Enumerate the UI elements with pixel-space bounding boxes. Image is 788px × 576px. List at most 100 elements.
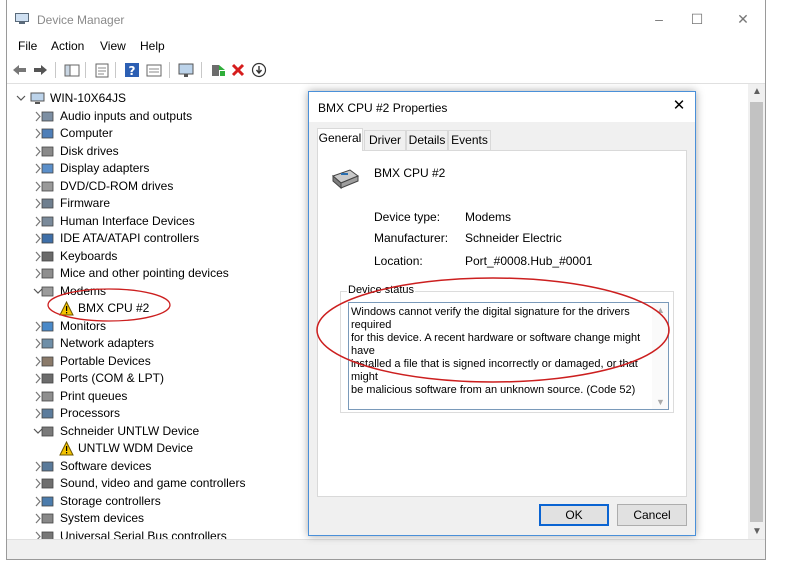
help-icon[interactable]: ?: [123, 61, 141, 79]
dialog-title-bar[interactable]: BMX CPU #2 Properties ✕: [309, 92, 695, 122]
menu-action[interactable]: Action: [51, 39, 84, 53]
general-tab-panel: BMX CPU #2 Device type: Modems Manufactu…: [317, 150, 687, 497]
tree-category-item[interactable]: Ports (COM & LPT): [7, 370, 337, 387]
tree-item-label: Schneider UNTLW Device: [60, 423, 200, 438]
scroll-down-icon[interactable]: ▼: [656, 397, 665, 407]
tab-driver[interactable]: Driver: [364, 130, 406, 150]
menu-help[interactable]: Help: [140, 39, 165, 53]
menu-view[interactable]: View: [100, 39, 126, 53]
minimize-button[interactable]: –: [651, 11, 667, 27]
dvd-drive-icon: [41, 181, 54, 191]
tree-item-label: System devices: [60, 511, 145, 525]
hid-icon: [41, 216, 54, 226]
toolbar-separator: [85, 62, 86, 78]
tree-category-item[interactable]: Processors: [7, 405, 337, 422]
monitor-icon[interactable]: [177, 61, 195, 79]
storage-controller-icon: [41, 496, 54, 506]
keyboard-icon: [41, 251, 54, 261]
display-adapter-icon: [41, 163, 54, 174]
menu-file[interactable]: File: [18, 39, 37, 53]
tree-category-item[interactable]: Keyboards: [7, 248, 337, 265]
tree-item-label: Portable Devices: [60, 353, 151, 368]
back-arrow-icon[interactable]: [11, 61, 29, 79]
tree-item-label: Sound, video and game controllers: [60, 476, 246, 490]
device-type-label: Device type:: [374, 210, 441, 224]
tree-item-label: Modems: [60, 283, 107, 298]
mouse-icon: [41, 268, 54, 279]
device-status-textbox[interactable]: Windows cannot verify the digital signat…: [348, 302, 669, 410]
tree-category-item[interactable]: Firmware: [7, 195, 337, 212]
scan-hardware-icon[interactable]: [250, 61, 268, 79]
tree-category-item[interactable]: Computer: [7, 125, 337, 142]
tree-category-item[interactable]: Audio inputs and outputs: [7, 108, 337, 125]
processor-icon: [41, 408, 54, 419]
tree-item-label: Software devices: [60, 458, 152, 473]
tree-item-label: Print queues: [60, 388, 128, 403]
device-status-text: Windows cannot verify the digital signat…: [351, 306, 651, 397]
ok-button[interactable]: OK: [539, 504, 609, 526]
cancel-button[interactable]: Cancel: [617, 504, 687, 526]
tree-category-item[interactable]: Mice and other pointing devices: [7, 265, 337, 282]
tree-category-item[interactable]: Disk drives: [7, 143, 337, 160]
tree-category-item[interactable]: Human Interface Devices: [7, 213, 337, 230]
tree-root-label: WIN-10X64JS: [50, 91, 127, 105]
status-scrollbar[interactable]: ▲ ▼: [652, 303, 668, 409]
computer-icon: [41, 128, 54, 139]
device-status-caption: Device status: [347, 284, 416, 296]
portable-device-icon: [41, 356, 54, 366]
tree-item-label: Human Interface Devices: [60, 213, 195, 228]
tab-events[interactable]: Events: [448, 130, 491, 150]
tree-category-item[interactable]: DVD/CD-ROM drives: [7, 178, 337, 195]
forward-arrow-icon[interactable]: [31, 61, 49, 79]
disk-drive-icon: [41, 146, 54, 156]
toolbar-separator: [55, 62, 56, 78]
tree-category-item[interactable]: IDE ATA/ATAPI controllers: [7, 230, 337, 247]
status-line: installed a file that is signed incorrec…: [351, 358, 638, 383]
toolbar-separator: [201, 62, 202, 78]
tree-root[interactable]: WIN-10X64JS: [7, 90, 307, 107]
tree-category-item[interactable]: System devices: [7, 510, 337, 527]
console-tree-icon[interactable]: [145, 61, 163, 79]
tree-category-item[interactable]: Storage controllers: [7, 493, 337, 510]
close-button[interactable]: ✕: [735, 11, 751, 27]
tree-item-label: DVD/CD-ROM drives: [60, 178, 174, 193]
port-icon: [41, 373, 54, 384]
ide-controller-icon: [41, 233, 54, 244]
tree-category-item[interactable]: Display adapters: [7, 160, 337, 177]
tree-category-item[interactable]: Portable Devices: [7, 353, 337, 370]
tree-item-label: Firmware: [60, 196, 110, 210]
toolbar-separator: [169, 62, 170, 78]
tree-item-label: Processors: [60, 406, 121, 420]
software-device-icon: [41, 461, 54, 471]
tab-general[interactable]: General: [317, 128, 363, 151]
tree-item-label: UNTLW WDM Device: [78, 441, 194, 455]
scroll-up-icon[interactable]: ▲: [752, 86, 762, 97]
tree-category-item[interactable]: Software devices: [7, 458, 337, 475]
maximize-button[interactable]: ☐: [689, 11, 705, 27]
tree-category-item[interactable]: Modems: [7, 283, 337, 300]
show-hide-tree-icon[interactable]: [63, 61, 81, 79]
tree-item-label: Monitors: [60, 318, 107, 333]
update-driver-icon[interactable]: [209, 61, 227, 79]
tree-category-item[interactable]: Network adapters: [7, 335, 337, 352]
properties-sheet-icon[interactable]: [93, 61, 111, 79]
tree-category-item[interactable]: Print queues: [7, 388, 337, 405]
computer-icon: [30, 92, 45, 104]
tree-category-item[interactable]: Monitors: [7, 318, 337, 335]
vertical-scrollbar[interactable]: ▲ ▼: [748, 84, 765, 539]
uninstall-icon[interactable]: [229, 61, 247, 79]
firmware-icon: [41, 198, 54, 209]
manufacturer-label: Manufacturer:: [374, 231, 449, 245]
tree-category-item[interactable]: Sound, video and game controllers: [7, 475, 337, 492]
tab-details[interactable]: Details: [406, 130, 448, 150]
tree-category-item[interactable]: Schneider UNTLW Device: [7, 423, 337, 440]
scroll-down-icon[interactable]: ▼: [752, 526, 762, 537]
dialog-close-button[interactable]: ✕: [671, 98, 687, 114]
tree-device-item[interactable]: UNTLW WDM Device: [7, 440, 337, 457]
title-bar[interactable]: Device Manager – ☐ ✕: [7, 0, 765, 38]
chevron-down-icon[interactable]: [16, 90, 26, 107]
scroll-up-icon[interactable]: ▲: [656, 305, 665, 315]
scroll-thumb[interactable]: [750, 102, 763, 522]
tree-device-item[interactable]: BMX CPU #2: [7, 300, 337, 317]
horizontal-scrollbar[interactable]: [7, 539, 765, 559]
